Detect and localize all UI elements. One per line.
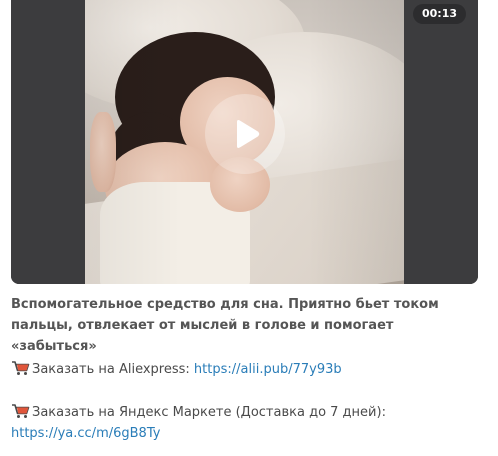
order-aliexpress: Заказать на Aliexpress: https://alii.pub… <box>11 359 481 380</box>
play-icon <box>237 120 260 148</box>
video-letterbox-right <box>404 0 478 284</box>
order-yandex-market-label: Заказать на Яндекс Маркете (Доставка до … <box>32 405 386 420</box>
video-duration-badge: 00:13 <box>412 4 466 24</box>
yandex-market-link[interactable]: https://ya.cc/m/6gB8Ty <box>11 426 160 441</box>
shopping-cart-icon <box>12 404 30 418</box>
video-player[interactable]: 00:13 <box>11 0 478 284</box>
post-card: 00:13 Вспомогательное средство для сна. … <box>0 0 498 456</box>
play-button[interactable] <box>205 94 285 174</box>
order-aliexpress-label: Заказать на Aliexpress: <box>32 362 194 377</box>
shopping-cart-icon <box>12 361 30 375</box>
order-yandex-market: Заказать на Яндекс Маркете (Доставка до … <box>11 402 481 444</box>
aliexpress-link[interactable]: https://alii.pub/77y93b <box>194 362 342 377</box>
video-letterbox-left <box>11 0 85 284</box>
post-description: Вспомогательное средство для сна. Приятн… <box>11 297 439 354</box>
